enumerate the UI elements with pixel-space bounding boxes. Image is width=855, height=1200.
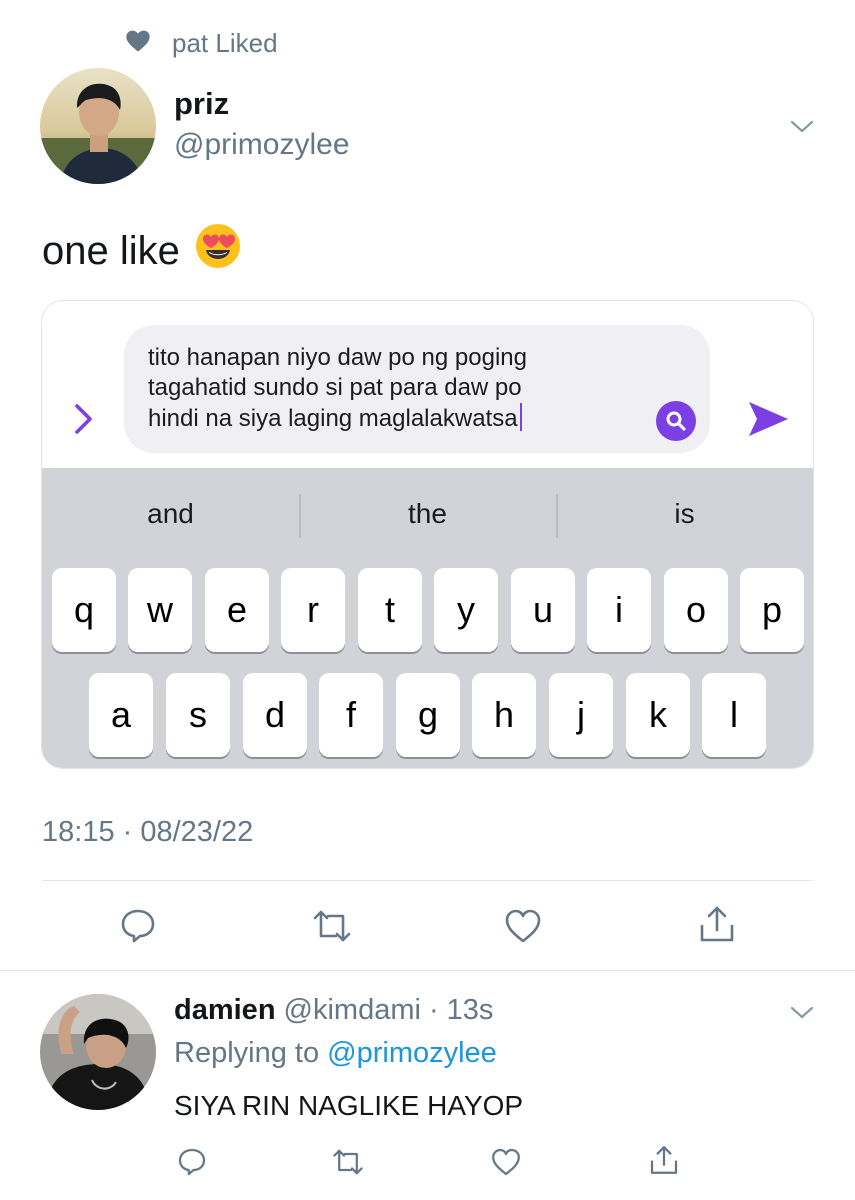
key-k: k [626,673,690,757]
key-u: u [511,568,575,652]
author-name[interactable]: priz [174,86,229,122]
key-p: p [740,568,804,652]
retweet-icon[interactable] [332,1146,364,1178]
chevron-right-icon [70,401,98,437]
tweet-media-image[interactable]: tito hanapan niyo daw po ng poging tagah… [41,300,814,769]
key-l: l [702,673,766,757]
chevron-down-icon[interactable] [788,998,816,1026]
tweet-text-content: one like [42,228,180,273]
search-icon [656,401,696,441]
key-y: y [434,568,498,652]
key-i: i [587,568,651,652]
like-icon[interactable] [490,1146,522,1178]
tweet-timestamp[interactable]: 18:15 · 08/23/22 [42,816,253,849]
retweet-icon[interactable] [312,906,352,946]
key-j: j [549,673,613,757]
key-d: d [243,673,307,757]
key-q: q [52,568,116,652]
reply-timestamp[interactable]: 13s [447,994,494,1027]
author-avatar[interactable] [40,68,156,184]
divider [42,880,813,881]
key-s: s [166,673,230,757]
reply-icon[interactable] [118,906,158,946]
suggestion-item: is [556,468,813,560]
reply-author-avatar[interactable] [40,994,156,1110]
text-cursor [519,403,522,431]
reply-header: damien @kimdami · 13s [174,994,493,1027]
key-g: g [396,673,460,757]
divider [0,970,855,971]
key-o: o [664,568,728,652]
key-t: t [358,568,422,652]
like-icon[interactable] [503,906,543,946]
message-text: tito hanapan niyo daw po ng poging tagah… [148,344,527,432]
key-a: a [89,673,153,757]
message-compose-bar: tito hanapan niyo daw po ng poging tagah… [42,301,813,468]
replying-to-label: Replying to [174,1037,320,1069]
author-handle[interactable]: @primozylee [174,128,350,162]
heart-icon [124,26,152,61]
reply-author-handle[interactable]: @kimdami [284,994,421,1027]
suggestion-item: and [147,498,194,529]
replying-to-link[interactable]: @primozylee [327,1037,497,1069]
social-context-label: pat Liked [172,27,278,58]
key-f: f [319,673,383,757]
suggestion-item: the [299,468,556,560]
replying-to-line: Replying to @primozylee [174,1037,497,1070]
suggestion-bar: and the is [42,468,813,560]
send-icon [746,399,790,439]
share-icon[interactable] [697,904,737,944]
tweet-text: one like [42,222,242,280]
separator-dot: · [428,994,439,1026]
heart-eyes-emoji-icon [194,222,242,280]
share-icon[interactable] [648,1144,680,1176]
reply-icon[interactable] [176,1146,208,1178]
reply-text: SIYA RIN NAGLIKE HAYOP [174,1090,524,1121]
social-context: pat Liked [124,26,278,60]
keyboard: and the is q w e r t y u i o p a s d f g… [42,468,813,768]
key-w: w [128,568,192,652]
key-r: r [281,568,345,652]
message-input: tito hanapan niyo daw po ng poging tagah… [124,325,710,453]
chevron-down-icon[interactable] [788,112,816,140]
key-h: h [472,673,536,757]
reply-author-name[interactable]: damien [174,994,276,1027]
key-e: e [205,568,269,652]
